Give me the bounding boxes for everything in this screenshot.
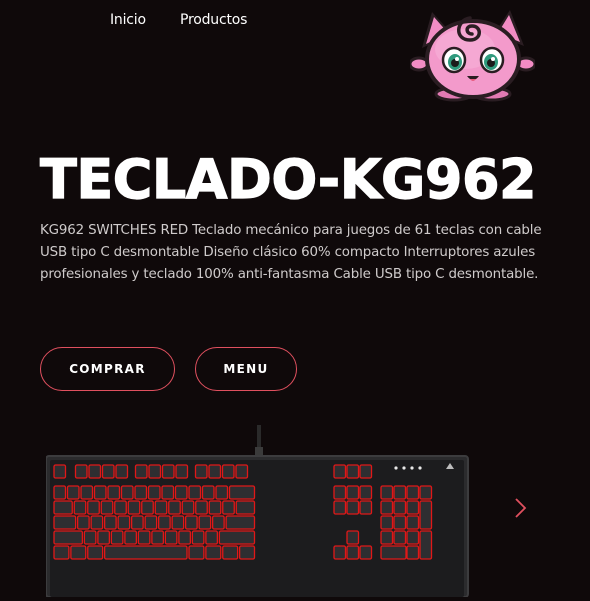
chevron-right-icon[interactable] xyxy=(510,495,530,521)
menu-button[interactable]: MENU xyxy=(195,347,297,391)
nav-link-inicio[interactable]: Inicio xyxy=(110,10,146,30)
keyboard-product-image xyxy=(45,425,470,598)
jigglypuff-mascot-icon xyxy=(408,10,537,102)
product-description: KG962 SWITCHES RED Teclado mecánico para… xyxy=(40,223,542,282)
buy-button[interactable]: COMPRAR xyxy=(40,347,175,391)
mechanical-keyboard-illustration xyxy=(45,425,469,598)
nav-link-productos[interactable]: Productos xyxy=(180,10,247,30)
mascot-logo xyxy=(408,4,537,102)
product-title: TECLADO-KG962 xyxy=(39,147,537,211)
